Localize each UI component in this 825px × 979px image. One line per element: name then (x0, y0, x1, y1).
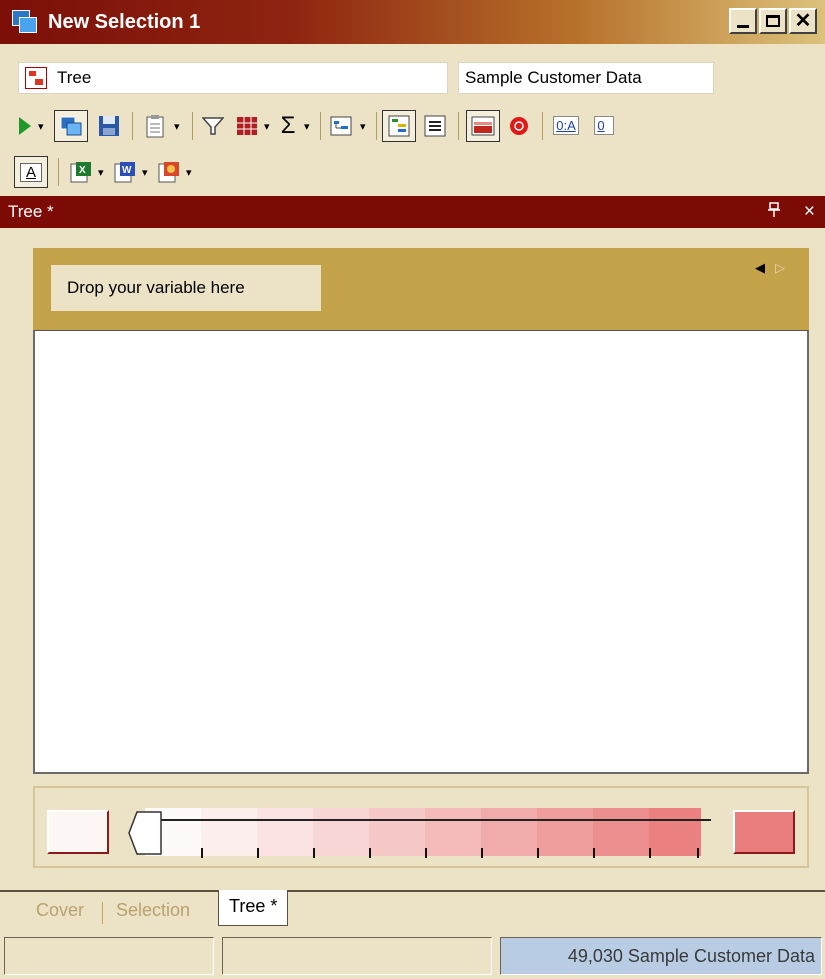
scroll-right-icon[interactable]: ▷ (775, 260, 795, 275)
variable-scroll-arrows: ◀▷ (755, 260, 795, 276)
tree-canvas[interactable] (33, 330, 809, 774)
decision-tree-icon (330, 116, 352, 136)
status-panel-1 (4, 937, 214, 975)
toolbar-separator (58, 158, 59, 186)
tree-view-button[interactable] (382, 110, 416, 142)
zero-a-icon: 0:A (553, 115, 579, 135)
svg-text:X: X (79, 165, 86, 176)
toolbar-separator (542, 112, 543, 140)
summary-dropdown-arrow[interactable]: ▾ (304, 120, 310, 133)
toolbar: ▾ ▾ ▾ Σ ▾ ▾ 0:A 0 A X ▾ W ▾ ▾ (14, 108, 815, 192)
save-icon (99, 116, 119, 136)
tab-tree[interactable]: Tree * (218, 890, 289, 926)
pin-icon[interactable] (767, 202, 781, 223)
powerpoint-icon (158, 162, 179, 183)
minimize-icon (737, 24, 749, 28)
document-tabs: Cover Selection Tree * (0, 890, 825, 928)
run-button[interactable] (14, 110, 36, 142)
tab-selection[interactable]: Selection (116, 900, 190, 921)
chart-button[interactable] (466, 110, 500, 142)
chart-icon (471, 116, 495, 136)
toolbar-separator (132, 112, 133, 140)
export-word-button[interactable]: W (110, 156, 140, 188)
stop-button[interactable] (504, 110, 534, 142)
export-word-dropdown-arrow[interactable]: ▾ (142, 166, 148, 179)
filter-icon (202, 117, 224, 135)
status-record-count: 49,030 Sample Customer Data (500, 937, 822, 975)
status-bar: 49,030 Sample Customer Data (0, 933, 825, 979)
window-controls: ✕ (729, 8, 817, 34)
notes-button[interactable] (140, 110, 170, 142)
dataset-name: Sample Customer Data (465, 68, 642, 87)
table-dropdown-arrow[interactable]: ▾ (264, 120, 270, 133)
view-name: Tree (57, 68, 92, 87)
variable-drop-zone[interactable]: Drop your variable here ◀▷ (33, 248, 809, 330)
zero-button[interactable]: 0 (590, 112, 618, 138)
window-title: New Selection 1 (48, 10, 201, 33)
zero-a-button[interactable]: 0:A (550, 112, 582, 138)
close-button[interactable]: ✕ (789, 8, 817, 34)
new-window-button[interactable] (54, 110, 88, 142)
drop-variable-placeholder: Drop your variable here (51, 265, 321, 311)
title-bar: New Selection 1 ✕ (0, 0, 825, 44)
copy-window-icon (60, 116, 82, 136)
play-icon (19, 117, 31, 135)
list-view-icon (424, 115, 446, 137)
run-dropdown-arrow[interactable]: ▾ (38, 120, 44, 133)
low-color-swatch[interactable] (47, 810, 109, 854)
app-icon (12, 10, 38, 34)
tree-view-icon (388, 115, 410, 137)
status-panel-2 (222, 937, 492, 975)
pane-header: Tree * × (0, 196, 825, 228)
scroll-left-icon[interactable]: ◀ (755, 260, 775, 275)
summary-button[interactable]: Σ (276, 110, 300, 142)
list-view-button[interactable] (420, 110, 450, 142)
toolbar-separator (192, 112, 193, 140)
excel-icon: X (70, 162, 91, 183)
pane-close-icon[interactable]: × (804, 201, 815, 223)
svg-text:W: W (122, 165, 132, 176)
maximize-button[interactable] (759, 8, 787, 34)
word-icon: W (114, 162, 135, 183)
export-powerpoint-dropdown-arrow[interactable]: ▾ (186, 166, 192, 179)
text-button[interactable]: A (14, 156, 48, 188)
clipboard-icon (146, 115, 164, 138)
legend-track (161, 819, 711, 821)
export-excel-button[interactable]: X (66, 156, 96, 188)
tree-options-button[interactable] (326, 110, 356, 142)
tab-cover[interactable]: Cover (36, 900, 84, 921)
close-icon: ✕ (794, 10, 812, 32)
pane-title: Tree * (8, 202, 54, 221)
table-button[interactable] (232, 110, 262, 142)
tree-view-icon (25, 67, 47, 89)
tab-separator (102, 902, 103, 924)
sigma-icon: Σ (280, 112, 296, 139)
save-button[interactable] (94, 110, 124, 142)
minimize-button[interactable] (729, 8, 757, 34)
toolbar-separator (376, 112, 377, 140)
dataset-field[interactable]: Sample Customer Data (458, 62, 714, 94)
export-excel-dropdown-arrow[interactable]: ▾ (98, 166, 104, 179)
maximize-icon (766, 15, 780, 27)
slider-thumb[interactable] (127, 810, 163, 858)
high-color-swatch[interactable] (733, 810, 795, 854)
export-powerpoint-button[interactable] (154, 156, 184, 188)
stop-icon (510, 117, 528, 135)
text-a-icon: A (19, 162, 42, 182)
color-scale-legend (33, 786, 809, 868)
legend-ticks (201, 848, 699, 858)
selection-fields: Tree Sample Customer Data (18, 62, 815, 96)
toolbar-separator (458, 112, 459, 140)
tree-options-dropdown-arrow[interactable]: ▾ (360, 120, 366, 133)
toolbar-separator (320, 112, 321, 140)
view-selector[interactable]: Tree (18, 62, 448, 94)
grid-icon (237, 117, 257, 135)
filter-button[interactable] (198, 110, 228, 142)
zero-icon: 0 (594, 115, 614, 135)
notes-dropdown-arrow[interactable]: ▾ (174, 120, 180, 133)
